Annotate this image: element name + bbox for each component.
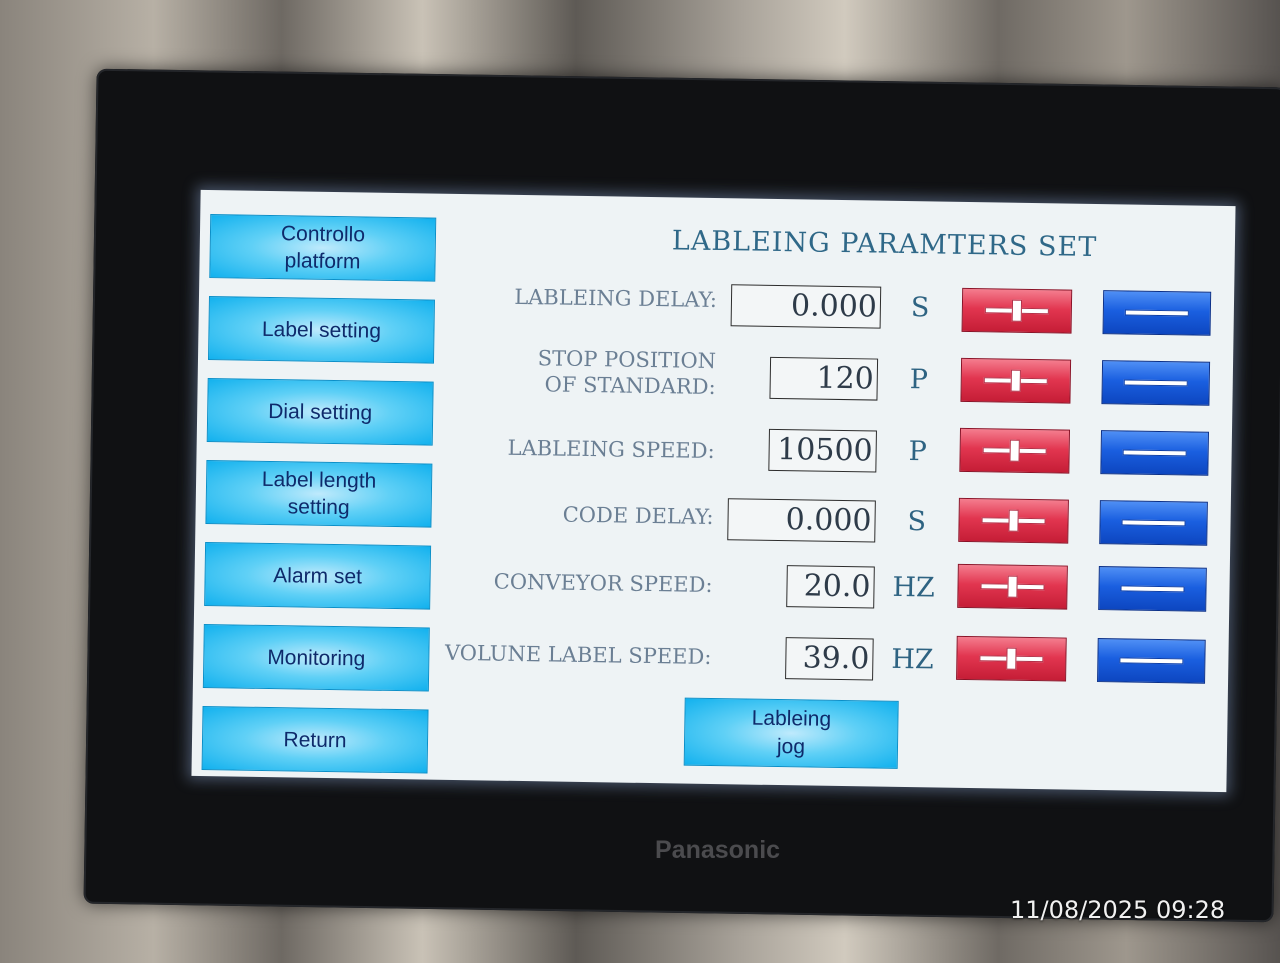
conveyor-speed-value[interactable]: 20.0 <box>786 565 875 609</box>
minus-icon <box>1124 309 1189 317</box>
nav-label-length-setting-button[interactable]: Label length setting <box>205 460 433 528</box>
conveyor-speed-label: CONVEYOR SPEED: <box>493 569 713 597</box>
nav-alarm-set-button[interactable]: Alarm set <box>204 542 432 610</box>
code-delay-minus-button[interactable] <box>1099 500 1208 546</box>
minus-icon <box>1123 379 1188 387</box>
lableing-speed-minus-button[interactable] <box>1100 430 1209 476</box>
plus-icon <box>980 575 1045 598</box>
lableing-speed-label: LABLEING SPEED: <box>507 435 715 464</box>
conveyor-speed-unit: HZ <box>892 571 936 604</box>
stop-position-unit: P <box>909 364 929 396</box>
minus-icon <box>1119 657 1184 665</box>
nav-return-button[interactable]: Return <box>201 706 429 774</box>
volune-label-speed-value[interactable]: 39.0 <box>785 637 874 681</box>
plus-icon <box>984 299 1049 322</box>
brand-logo: Panasonic <box>655 836 781 864</box>
lableing-speed-value[interactable]: 10500 <box>768 428 877 473</box>
lableing-speed-plus-button[interactable] <box>959 427 1071 474</box>
conveyor-speed-plus-button[interactable] <box>957 563 1068 610</box>
photo-timestamp: 11/08/2025 09:28 <box>1010 896 1226 924</box>
lableing-speed-unit: P <box>908 436 928 468</box>
nav-monitoring-button[interactable]: Monitoring <box>202 624 430 692</box>
stop-position-value[interactable]: 120 <box>769 356 879 401</box>
plus-icon <box>981 509 1046 532</box>
nav-dial-setting-button[interactable]: Dial setting <box>206 378 434 446</box>
stop-position-plus-button[interactable] <box>960 357 1072 404</box>
lableing-delay-value[interactable]: 0.000 <box>730 284 882 329</box>
volune-label-speed-plus-button[interactable] <box>956 635 1067 682</box>
stop-position-label: STOP POSITION OF STANDARD: <box>537 346 717 400</box>
nav-controllo-platform-button[interactable]: Controllo platform <box>209 214 437 282</box>
conveyor-speed-minus-button[interactable] <box>1098 566 1207 612</box>
code-delay-unit: S <box>907 506 927 538</box>
volune-label-speed-unit: HZ <box>891 643 934 676</box>
plus-icon <box>982 439 1047 462</box>
minus-icon <box>1121 519 1186 527</box>
nav-label-setting-button[interactable]: Label setting <box>207 296 435 364</box>
plus-icon <box>979 647 1044 670</box>
lableing-delay-minus-button[interactable] <box>1102 290 1212 336</box>
stop-position-minus-button[interactable] <box>1101 360 1211 406</box>
minus-icon <box>1122 449 1187 457</box>
lableing-delay-unit: S <box>910 292 930 324</box>
plus-icon <box>983 369 1048 392</box>
volune-label-speed-minus-button[interactable] <box>1097 638 1206 684</box>
volune-label-speed-label: VOLUNE LABEL SPEED: <box>444 640 712 669</box>
page-title: LABLEING PARAMTERS SET <box>671 225 1098 263</box>
code-delay-plus-button[interactable] <box>958 497 1069 544</box>
lableing-delay-label: LABLEING DELAY: <box>514 284 718 313</box>
minus-icon <box>1120 585 1185 593</box>
hmi-screen: Controllo platform Label setting Dial se… <box>191 189 1236 793</box>
photo: Controllo platform Label setting Dial se… <box>0 0 1280 963</box>
code-delay-value[interactable]: 0.000 <box>727 498 876 543</box>
code-delay-label: CODE DELAY: <box>562 502 714 530</box>
lableing-jog-button[interactable]: Lableing jog <box>683 697 899 769</box>
lableing-delay-plus-button[interactable] <box>961 287 1073 334</box>
